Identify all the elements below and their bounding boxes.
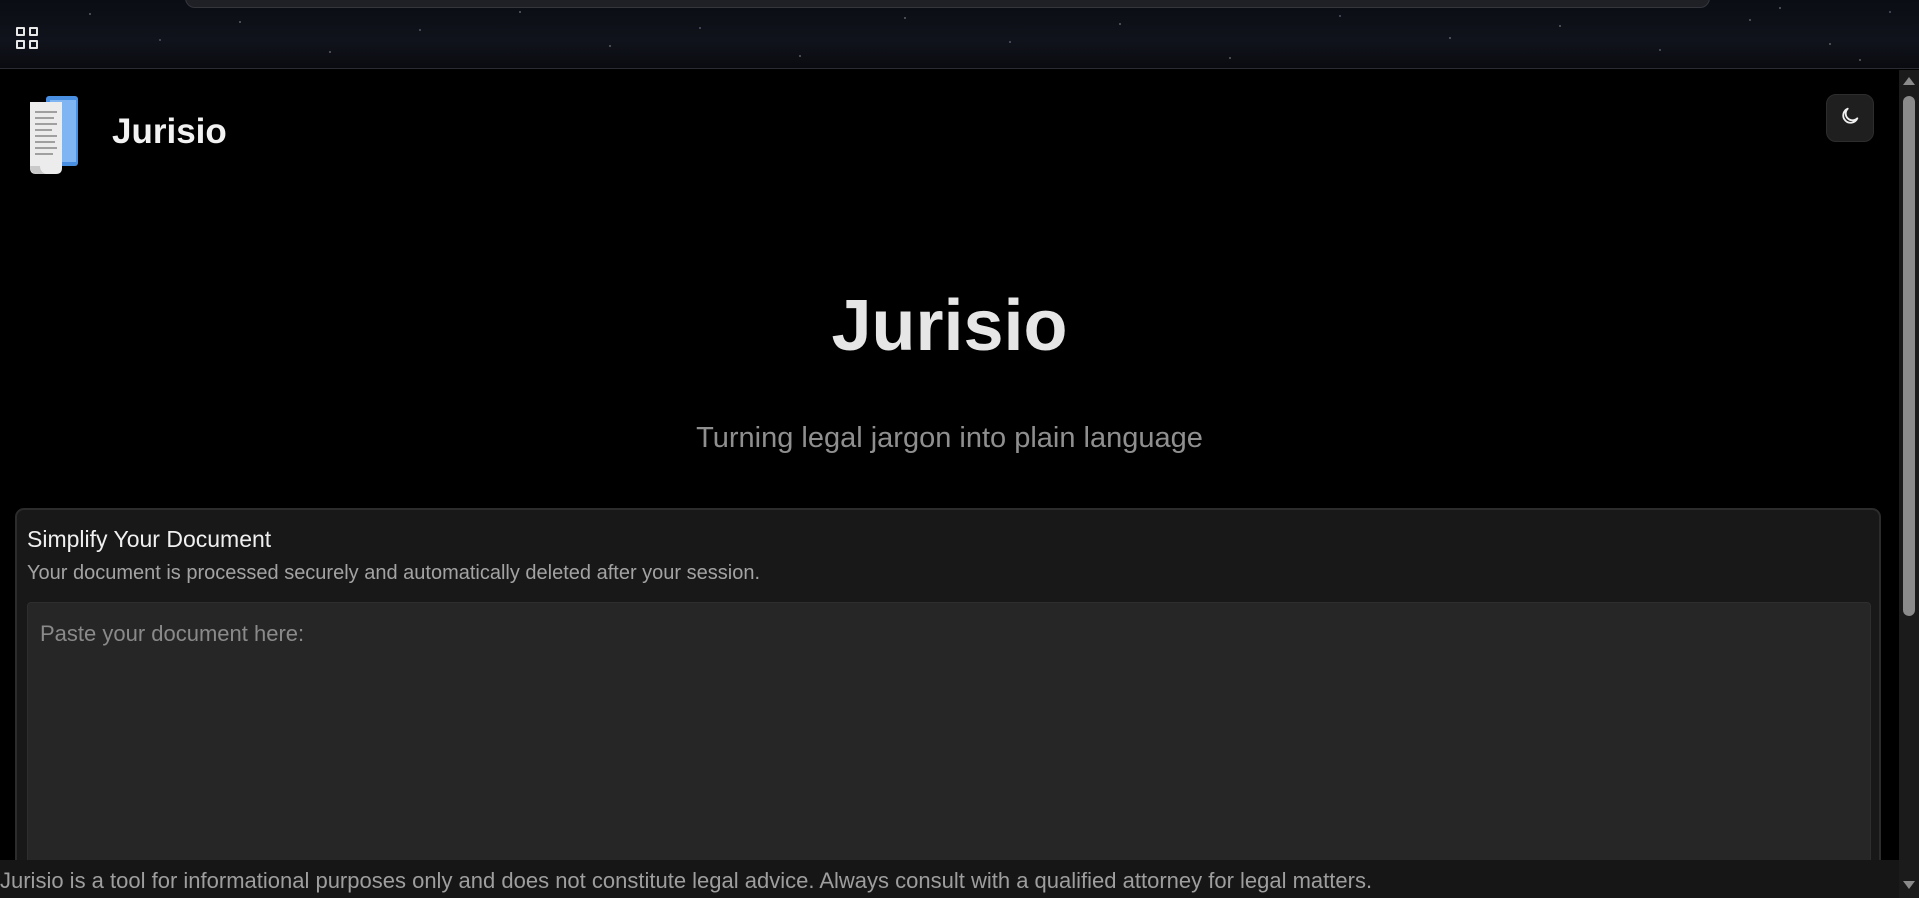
apps-grid-cell [16, 40, 25, 49]
scroll-thumb[interactable] [1903, 96, 1915, 616]
theme-toggle-button[interactable] [1826, 94, 1874, 142]
apps-grid-cell [29, 40, 38, 49]
apps-grid-cell [29, 27, 38, 36]
document-scroll-icon[interactable] [26, 92, 82, 176]
page-scrollbar[interactable] [1899, 70, 1919, 898]
scroll-down-arrow-icon[interactable] [1903, 881, 1915, 889]
disclaimer-text: Jurisio is a tool for informational purp… [0, 868, 1373, 893]
disclaimer-footer: Jurisio is a tool for informational purp… [0, 860, 1899, 898]
moon-icon [1839, 105, 1861, 132]
page-subtitle: Turning legal jargon into plain language [696, 422, 1203, 454]
simplify-card: Simplify Your Document Your document is … [15, 508, 1881, 898]
scroll-up-arrow-icon[interactable] [1903, 77, 1915, 85]
document-input[interactable] [27, 602, 1871, 898]
page-viewport: Jurisio Jurisio Turning legal jargon int… [0, 70, 1899, 898]
card-title: Simplify Your Document [27, 526, 272, 552]
browser-background [0, 0, 1919, 69]
page-title: Jurisio [831, 286, 1068, 366]
address-bar[interactable] [185, 0, 1710, 8]
apps-grid-cell [16, 27, 25, 36]
brand-name[interactable]: Jurisio [112, 112, 227, 152]
card-description: Your document is processed securely and … [27, 562, 760, 584]
apps-grid-icon[interactable] [16, 27, 40, 51]
